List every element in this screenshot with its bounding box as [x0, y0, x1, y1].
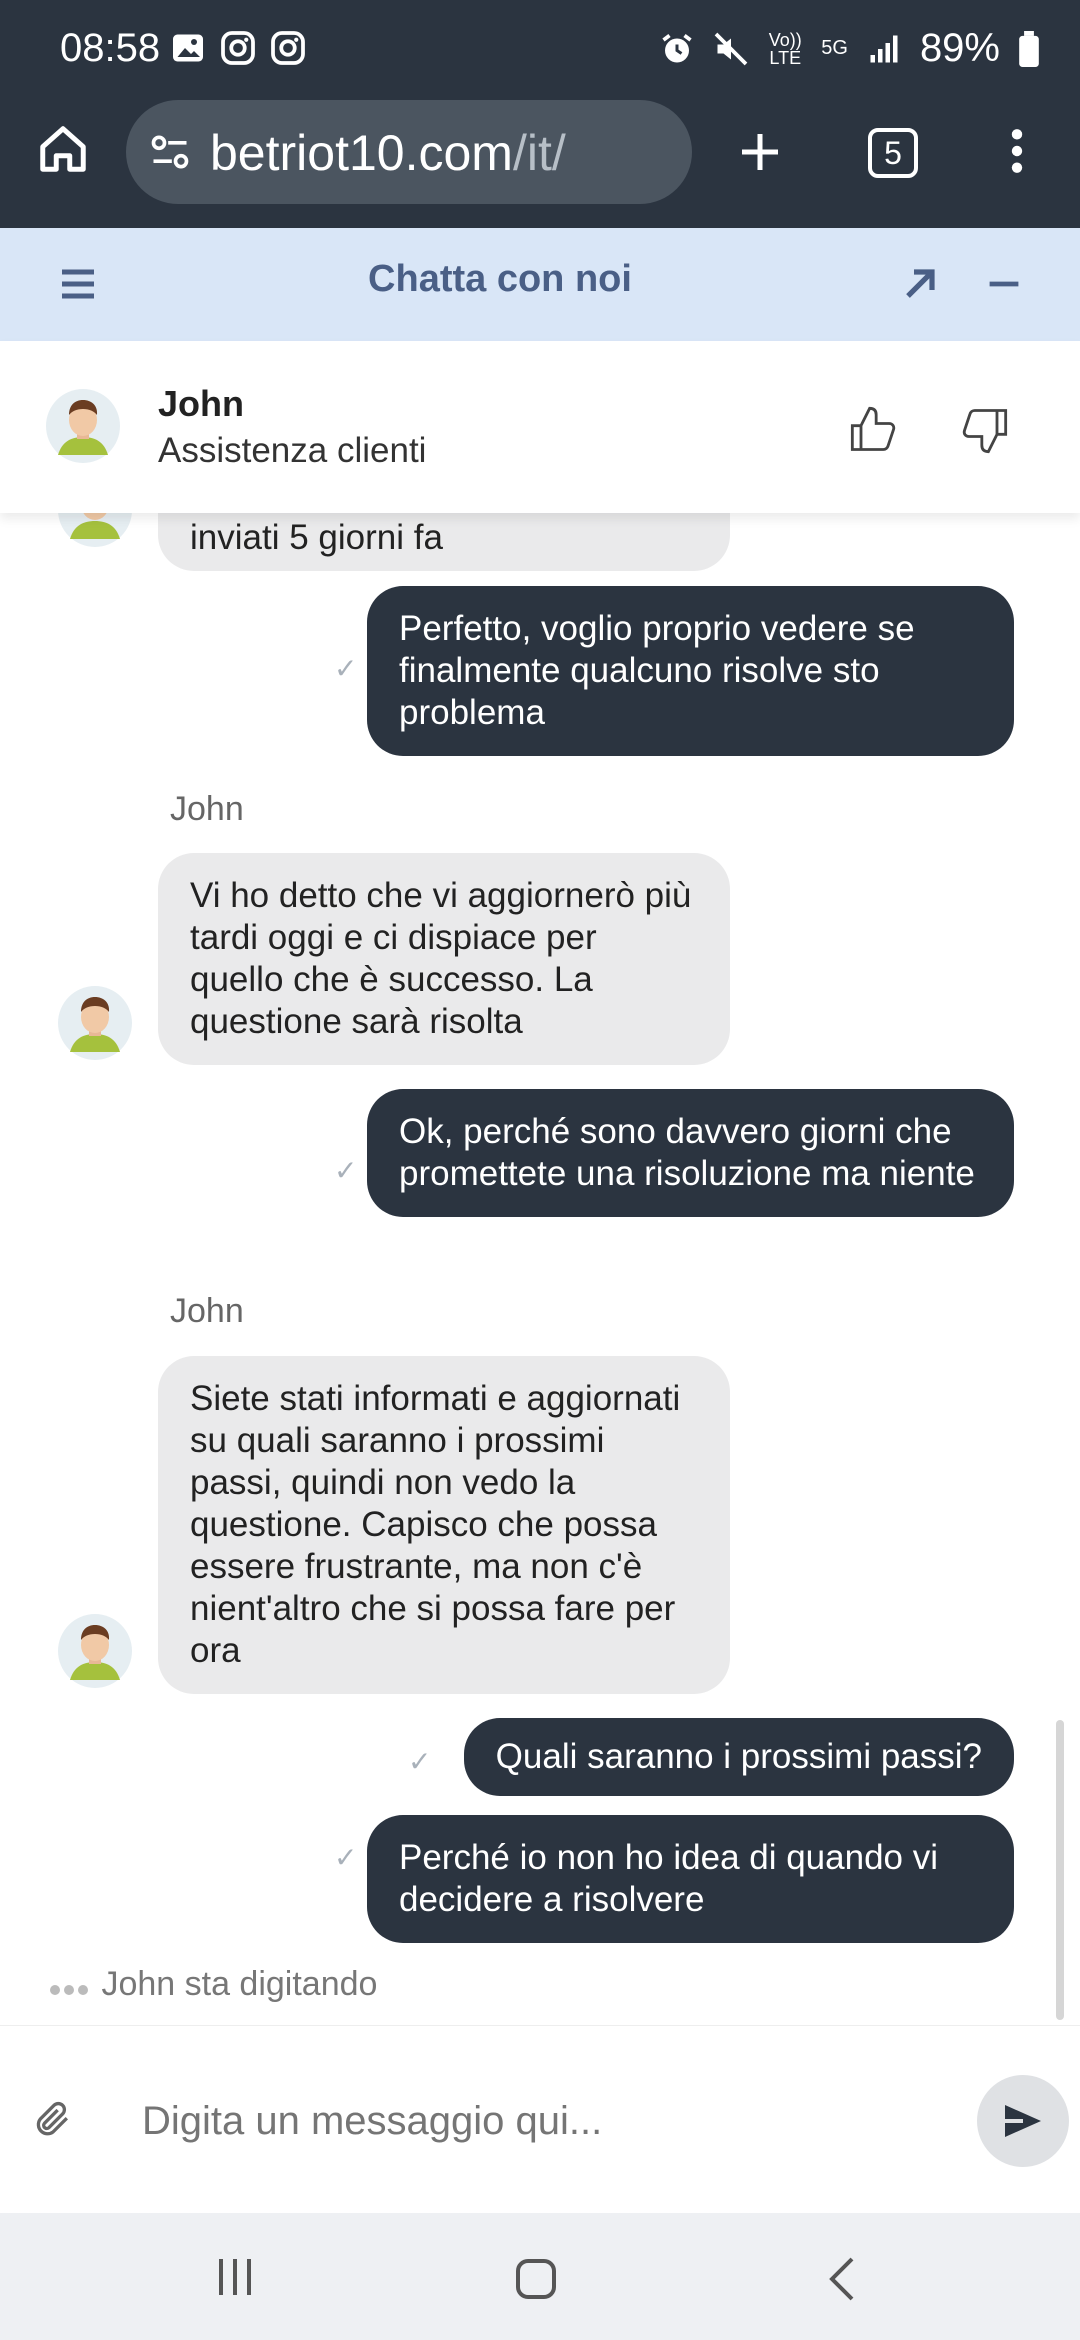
message-sender: John [170, 790, 244, 828]
agent-avatar [58, 986, 132, 1060]
battery-icon [1019, 30, 1039, 67]
home-nav-icon[interactable] [512, 2255, 560, 2303]
typing-indicator: John sta digitando [50, 1965, 377, 2004]
chat-title: Chatta con noi [368, 258, 632, 300]
message-input[interactable] [140, 2098, 964, 2145]
typing-dots-icon [50, 1965, 92, 2003]
url-text[interactable]: betriot10.com/it/ [210, 124, 566, 182]
new-tab-icon[interactable] [736, 128, 784, 176]
home-icon[interactable] [36, 122, 90, 176]
mute-icon [714, 32, 748, 65]
agent-message-bubble: Siete stati informati e aggiornati su qu… [158, 1356, 730, 1694]
agent-avatar [58, 513, 132, 547]
sent-check-icon: ✓ [408, 1746, 432, 1777]
minimize-icon[interactable] [986, 264, 1022, 304]
back-icon[interactable] [822, 2255, 862, 2303]
status-bar: 08:58 Vo)) LTE 5G 89% [0, 0, 1080, 100]
thumbs-down-icon[interactable] [958, 403, 1010, 457]
alarm-icon [662, 33, 692, 62]
volte-indicator: Vo)) LTE [768, 29, 802, 68]
agent-message-bubble: Vi ho detto che vi aggiornerò più tardi … [158, 853, 730, 1065]
battery-percent: 89% [919, 26, 1000, 70]
user-message-bubble: Ok, perché sono davvero giorni che prome… [367, 1089, 1014, 1217]
message-composer [0, 2025, 1080, 2214]
chat-header: Chatta con noi [0, 228, 1080, 341]
url-domain: betriot10.com [210, 125, 513, 181]
5g-indicator: 5G [821, 37, 848, 59]
instagram-icon [221, 31, 255, 65]
signal-icon [870, 35, 898, 62]
send-button[interactable] [977, 2075, 1069, 2167]
sent-check-icon: ✓ [334, 1842, 358, 1873]
typing-text: John sta digitando [101, 1965, 378, 2003]
site-settings-icon[interactable] [148, 130, 192, 174]
recent-apps-icon[interactable] [210, 2255, 260, 2299]
message-sender: John [170, 1292, 244, 1330]
agent-info-card: John Assistenza clienti [0, 341, 1080, 513]
status-time: 08:58 [60, 26, 161, 70]
send-icon [1005, 2105, 1041, 2137]
url-path: /it/ [512, 125, 566, 181]
tab-switcher-button[interactable]: 5 [868, 128, 918, 178]
chat-scrollbar[interactable] [1056, 1720, 1064, 2020]
agent-message-bubble: inviati 5 giorni fa [158, 513, 730, 571]
instagram-icon [271, 31, 305, 65]
more-options-icon[interactable] [1000, 126, 1034, 176]
message-text: Vi ho detto che vi aggiornerò più tardi … [190, 876, 692, 1041]
agent-avatar [46, 389, 120, 463]
sent-check-icon: ✓ [334, 1155, 358, 1186]
gallery-icon [173, 34, 203, 62]
browser-toolbar: betriot10.com/it/ 5 [0, 100, 1080, 228]
message-text: Ok, perché sono davvero giorni che prome… [399, 1112, 975, 1193]
sent-check-icon: ✓ [334, 653, 358, 684]
system-status-icons: Vo)) LTE 5G 89% [659, 26, 1040, 71]
user-message-bubble: Perché io non ho idea di quando vi decid… [367, 1815, 1014, 1943]
message-text: Perfetto, voglio proprio vedere se final… [399, 609, 915, 732]
agent-name: John [158, 383, 244, 424]
message-list[interactable]: inviati 5 giorni fa ✓ Perfetto, voglio p… [0, 513, 1080, 2023]
user-message-bubble: Perfetto, voglio proprio vedere se final… [367, 586, 1014, 756]
system-nav-bar [0, 2213, 1080, 2340]
message-text: Siete stati informati e aggiornati su qu… [190, 1379, 681, 1670]
agent-avatar [58, 1614, 132, 1688]
agent-role: Assistenza clienti [158, 431, 427, 470]
user-message-bubble: Quali saranno i prossimi passi? [463, 1718, 1014, 1796]
message-text: Perché io non ho idea di quando vi decid… [399, 1838, 939, 1919]
attachment-icon[interactable] [32, 2096, 76, 2144]
popout-icon[interactable] [900, 264, 940, 304]
thumbs-up-icon[interactable] [848, 403, 900, 457]
message-text: inviati 5 giorni fa [190, 518, 443, 557]
message-text: Quali saranno i prossimi passi? [495, 1737, 982, 1776]
notification-icons [170, 30, 306, 66]
